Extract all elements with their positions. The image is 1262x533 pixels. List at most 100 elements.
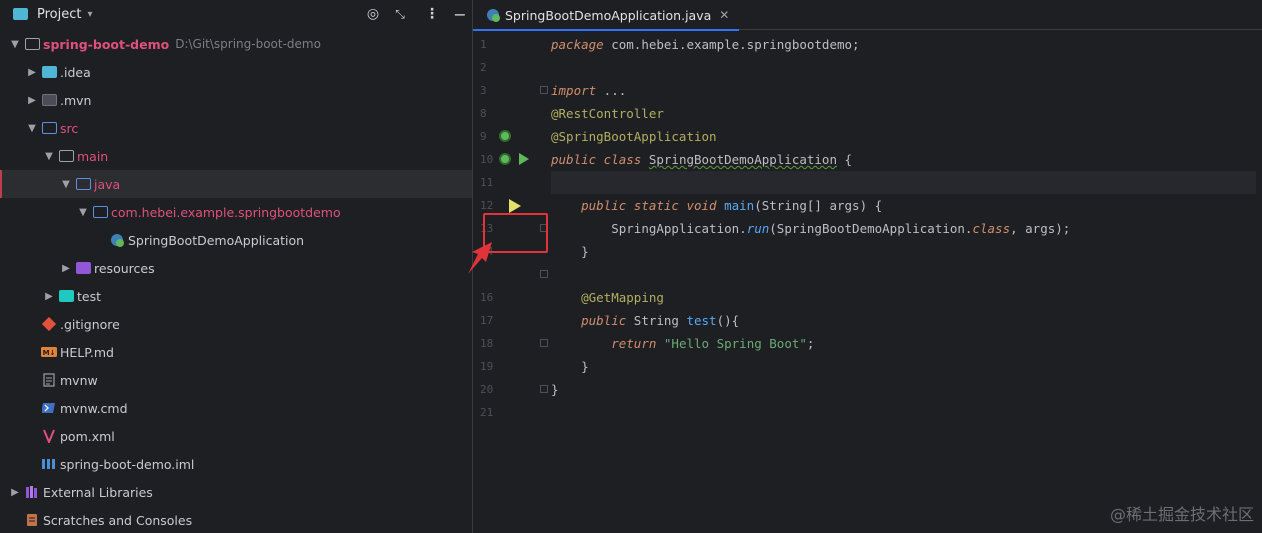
package-icon	[92, 205, 108, 219]
fold-marker-icon[interactable]	[540, 385, 548, 393]
editor-tab-bar: SpringBootDemoApplication.java ✕	[473, 0, 1262, 31]
tree-item-label: .mvn	[60, 92, 92, 108]
tree-item-resources[interactable]: ▶ resources	[0, 254, 472, 282]
tree-item-main[interactable]: ▼ main	[0, 142, 472, 170]
tree-item-label: External Libraries	[43, 484, 153, 500]
code-line-12: public static void main(String[] args) {	[581, 198, 883, 213]
markdown-icon: M↓	[41, 345, 57, 359]
code-line-13: SpringApplication.run(SpringBootDemoAppl…	[611, 221, 1071, 236]
tree-item-package[interactable]: ▼ com.hebei.example.springbootdemo	[0, 198, 472, 226]
tree-item-label: test	[77, 288, 102, 304]
module-folder-icon	[24, 37, 40, 51]
chevron-down-icon[interactable]: ▼	[25, 123, 39, 134]
tree-item-label: HELP.md	[60, 344, 114, 360]
project-tree: ▼ spring-boot-demo D:\Git\spring-boot-de…	[0, 30, 472, 533]
line-number: 2	[480, 61, 487, 74]
tree-item-idea[interactable]: ▶ .idea	[0, 58, 472, 86]
line-number: 8	[480, 107, 487, 120]
collapse-icon[interactable]: ⤡	[390, 4, 410, 24]
tree-item-label: spring-boot-demo.iml	[60, 456, 195, 472]
spring-bean-icon[interactable]	[499, 130, 511, 142]
tree-item-src[interactable]: ▼ src	[0, 114, 472, 142]
tree-item-label: com.hebei.example.springbootdemo	[111, 204, 341, 220]
line-number: 18	[480, 337, 494, 350]
tree-item-app-class[interactable]: SpringBootDemoApplication	[0, 226, 472, 254]
code-line-10: public class SpringBootDemoApplication {	[551, 152, 853, 167]
folder-icon	[58, 149, 74, 163]
run-main-icon[interactable]	[509, 199, 521, 213]
chevron-right-icon[interactable]: ▶	[25, 67, 39, 78]
fold-marker-icon[interactable]	[540, 339, 548, 347]
fold-marker-icon[interactable]	[540, 270, 548, 278]
chevron-down-icon[interactable]: ▼	[42, 151, 56, 162]
code-line-14: }	[581, 244, 589, 259]
close-icon[interactable]: ✕	[719, 8, 729, 22]
line-number: 12	[480, 199, 494, 212]
chevron-right-icon[interactable]: ▶	[59, 263, 73, 274]
tree-item-mvnw-cmd[interactable]: mvnw.cmd	[0, 394, 472, 422]
tree-item-label: mvnw	[60, 372, 98, 388]
tab-spring-boot-demo-application[interactable]: SpringBootDemoApplication.java ✕	[473, 0, 740, 31]
code-line-1: package com.hebei.example.springbootdemo…	[551, 37, 860, 52]
line-number: 19	[480, 360, 494, 373]
tree-item-scratches[interactable]: Scratches and Consoles	[0, 506, 472, 533]
tree-item-gitignore[interactable]: .gitignore	[0, 310, 472, 338]
code-line-11-current	[551, 171, 1256, 194]
run-class-icon[interactable]	[519, 153, 529, 165]
tree-item-iml[interactable]: spring-boot-demo.iml	[0, 450, 472, 478]
chevron-down-icon[interactable]: ▼	[76, 207, 90, 218]
code-area[interactable]: package com.hebei.example.springbootdemo…	[551, 33, 1256, 424]
line-number: 10	[480, 153, 494, 166]
tree-item-mvn[interactable]: ▶ .mvn	[0, 86, 472, 114]
options-icon[interactable]: ⋮	[422, 4, 442, 24]
tree-item-mvnw[interactable]: mvnw	[0, 366, 472, 394]
chevron-right-icon[interactable]: ▶	[8, 487, 22, 498]
resources-folder-icon	[75, 261, 91, 275]
tree-item-root[interactable]: ▼ spring-boot-demo D:\Git\spring-boot-de…	[0, 30, 472, 58]
project-tool-window: Project ▾ ◎ ⤡ ⋮ − ▼ spring-boot-demo D:\…	[0, 0, 472, 533]
code-line-20: }	[551, 382, 559, 397]
spring-class-icon	[109, 233, 125, 247]
line-number: 17	[480, 314, 494, 327]
tree-item-label: Scratches and Consoles	[43, 512, 193, 528]
hide-icon[interactable]: −	[450, 4, 470, 24]
locate-icon[interactable]: ◎	[363, 4, 383, 24]
iml-icon	[41, 457, 57, 471]
folder-icon	[41, 93, 57, 107]
line-number: 1	[480, 38, 487, 51]
chevron-down-icon[interactable]: ▼	[59, 179, 73, 190]
tree-item-help[interactable]: M↓ HELP.md	[0, 338, 472, 366]
svg-text:M↓: M↓	[43, 349, 56, 357]
tree-item-java[interactable]: ▼ java	[0, 170, 472, 198]
folder-icon	[41, 65, 57, 79]
tree-item-external-libraries[interactable]: ▶ External Libraries	[0, 478, 472, 506]
git-icon	[41, 317, 57, 331]
folder-icon	[75, 177, 91, 191]
maven-icon	[41, 429, 57, 443]
scratches-icon	[24, 513, 40, 527]
line-number: 20	[480, 383, 494, 396]
spring-bean-icon[interactable]	[499, 153, 511, 165]
code-line-16: @GetMapping	[581, 290, 664, 305]
chevron-right-icon[interactable]: ▶	[25, 95, 39, 106]
test-folder-icon	[58, 289, 74, 303]
chevron-right-icon[interactable]: ▶	[42, 291, 56, 302]
chevron-down-icon[interactable]: ▾	[87, 9, 92, 20]
tab-label: SpringBootDemoApplication.java	[505, 7, 712, 23]
tree-item-label: SpringBootDemoApplication	[128, 232, 305, 248]
tree-item-test[interactable]: ▶ test	[0, 282, 472, 310]
code-line-3: import ...	[551, 83, 627, 98]
project-view-selector[interactable]: Project	[37, 7, 81, 22]
chevron-down-icon[interactable]: ▼	[8, 39, 22, 50]
code-editor[interactable]: SpringBootDemoApplication.java ✕ 1 2 3 8…	[473, 0, 1262, 533]
code-line-18: return "Hello Spring Boot";	[611, 336, 815, 351]
fold-marker-icon[interactable]	[540, 86, 548, 94]
line-number: 16	[480, 291, 494, 304]
library-icon	[24, 485, 40, 499]
tree-item-label: main	[77, 148, 109, 164]
project-panel-header: Project ▾ ◎ ⤡ ⋮ −	[0, 0, 472, 28]
code-line-17: public String test(){	[581, 313, 740, 328]
tree-item-pom[interactable]: pom.xml	[0, 422, 472, 450]
